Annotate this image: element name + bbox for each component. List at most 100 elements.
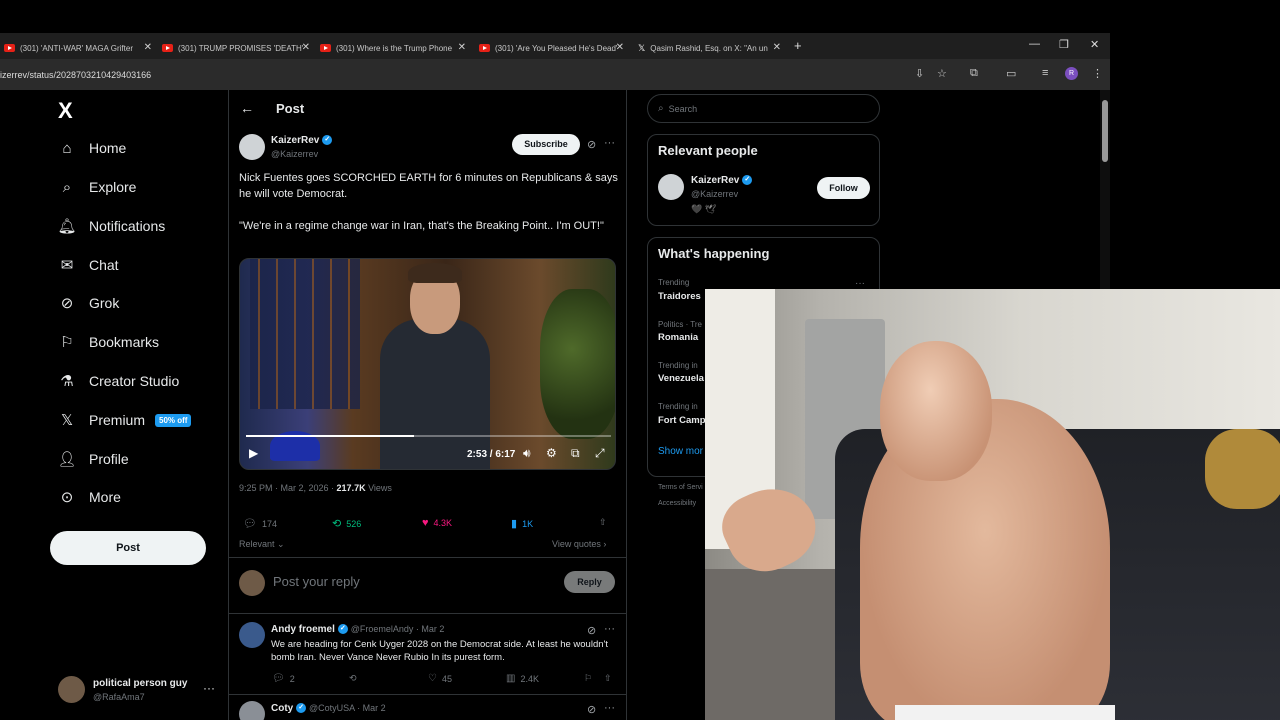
- browser-tab-4[interactable]: (301) 'Are You Pleased He's Dead' ✕: [479, 37, 624, 59]
- account-name[interactable]: political person guy: [93, 678, 187, 689]
- profile-avatar[interactable]: R: [1065, 67, 1078, 80]
- play-icon[interactable]: ▶: [249, 446, 258, 460]
- reply-views-action[interactable]: ▥ 2.4K: [506, 673, 539, 684]
- close-icon[interactable]: ✕: [773, 42, 781, 53]
- window-close-icon[interactable]: ✕: [1090, 38, 1099, 51]
- close-icon[interactable]: ✕: [302, 42, 310, 53]
- more-icon[interactable]: ···: [604, 702, 615, 714]
- trend-item[interactable]: Venezuela: [658, 373, 704, 384]
- restore-icon[interactable]: ❐: [1059, 38, 1069, 51]
- accessibility-link[interactable]: Accessibility: [658, 500, 696, 507]
- nav-chat[interactable]: ✉ Chat: [58, 251, 119, 279]
- grok-icon[interactable]: ⊘: [587, 703, 596, 716]
- volume-icon[interactable]: 🔊︎: [523, 446, 531, 461]
- menu-kebab-icon[interactable]: ⋮: [1092, 67, 1103, 80]
- browser-tab-5-active[interactable]: 𝕏 Qasim Rashid, Esq. on X: "An un ✕: [638, 37, 781, 59]
- person-name[interactable]: KaizerRev ✓: [691, 175, 753, 186]
- browser-tab-3[interactable]: (301) Where is the Trump Phone ✕: [320, 37, 466, 59]
- url-text[interactable]: izerrev/status/2028703210429403166: [0, 70, 151, 80]
- settings-icon[interactable]: ⚙: [546, 446, 557, 460]
- verified-icon: ✓: [322, 135, 333, 146]
- more-icon[interactable]: ···: [604, 137, 615, 149]
- post-button[interactable]: Post: [50, 531, 206, 565]
- nav-bookmarks[interactable]: ⚐ Bookmarks: [58, 328, 159, 356]
- verified-icon: ✓: [296, 703, 307, 714]
- video-player[interactable]: ▶ 2:53 / 6:17 🔊︎ ⚙ ⧉ ⤢: [239, 258, 616, 470]
- like-action[interactable]: ♥ 4.3K: [422, 517, 452, 529]
- reply-like-action[interactable]: ♡ 45: [428, 673, 452, 684]
- subscribe-button[interactable]: Subscribe: [512, 134, 580, 155]
- repost-icon[interactable]: ⟲: [349, 673, 357, 684]
- like-count: 45: [441, 673, 452, 684]
- star-icon[interactable]: ☆: [937, 67, 947, 80]
- post-timestamp[interactable]: 9:25 PM · Mar 2, 2026 ·: [239, 483, 337, 493]
- nav-home[interactable]: ⌂ Home: [58, 134, 126, 162]
- trend-context: Trending in: [658, 402, 698, 411]
- reply-author[interactable]: Andy froemel ✓ @FroemelAndy · Mar 2: [271, 624, 444, 635]
- trend-item[interactable]: Romania: [658, 332, 698, 343]
- nav-label: Grok: [89, 295, 120, 311]
- view-quotes-link[interactable]: View quotes ›: [552, 539, 606, 549]
- close-icon[interactable]: ✕: [458, 42, 466, 53]
- reply-avatar[interactable]: [239, 701, 265, 720]
- media-icon[interactable]: ≡: [1042, 67, 1048, 79]
- account-more-icon[interactable]: ···: [203, 681, 215, 695]
- close-icon[interactable]: ✕: [616, 42, 624, 53]
- trend-item[interactable]: Traidores: [658, 291, 701, 302]
- nav-grok[interactable]: ⊘ Grok: [58, 289, 120, 317]
- more-circle-icon: ⊙: [60, 489, 74, 506]
- browser-tab-2[interactable]: (301) TRUMP PROMISES 'DEATH' ✕: [162, 37, 310, 59]
- author-name[interactable]: KaizerRev ✓: [271, 135, 333, 146]
- close-icon[interactable]: ✕: [144, 42, 152, 53]
- reply-button[interactable]: Reply: [564, 571, 615, 593]
- nav-label: Profile: [89, 451, 129, 467]
- sort-dropdown[interactable]: Relevant ⌄: [239, 539, 285, 550]
- share-icon[interactable]: ⇧: [604, 673, 612, 684]
- minimize-icon[interactable]: —: [1029, 38, 1040, 50]
- reply-reply-action[interactable]: 💬︎ 2: [272, 673, 295, 684]
- fullscreen-icon[interactable]: ⤢: [595, 446, 605, 461]
- pip-icon[interactable]: ⧉: [571, 446, 580, 461]
- nav-creator-studio[interactable]: ⚗ Creator Studio: [58, 367, 179, 395]
- reply-author[interactable]: Coty ✓ @CotyUSA · Mar 2: [271, 703, 386, 714]
- author-handle[interactable]: @Kaizerrev: [271, 149, 318, 159]
- nav-explore[interactable]: ⌕ Explore: [58, 173, 137, 201]
- search-placeholder: Search: [668, 103, 698, 114]
- bookmark-action[interactable]: ▮ 1K: [511, 517, 533, 530]
- extensions-icon[interactable]: ⧉: [970, 67, 978, 80]
- nav-notifications[interactable]: 🔔︎ Notifications: [57, 212, 165, 240]
- grok-icon: ⊘: [60, 295, 74, 312]
- bookmark-icon[interactable]: ⚐: [584, 673, 592, 684]
- x-logo[interactable]: X: [58, 98, 73, 124]
- trend-context: Trending in: [658, 361, 698, 370]
- person-avatar[interactable]: [658, 174, 684, 200]
- trend-item[interactable]: Fort Camp: [658, 415, 706, 426]
- new-tab-icon[interactable]: +: [794, 38, 802, 53]
- terms-link[interactable]: Terms of Servi: [658, 484, 703, 491]
- share-icon[interactable]: ⇧: [599, 517, 607, 528]
- reply-action[interactable]: 💬︎ 174: [243, 517, 277, 530]
- grok-icon[interactable]: ⊘: [587, 624, 596, 637]
- back-arrow-icon[interactable]: ←: [240, 100, 254, 116]
- nav-premium[interactable]: 𝕏 Premium 50% off: [58, 406, 192, 434]
- nav-profile[interactable]: 👤︎ Profile: [57, 445, 129, 473]
- reply-input[interactable]: Post your reply: [273, 574, 360, 589]
- account-handle[interactable]: @RafaAma7: [93, 692, 145, 702]
- search-input[interactable]: ⌕ Search: [647, 94, 880, 123]
- show-more-link[interactable]: Show mor: [658, 446, 703, 457]
- follow-button[interactable]: Follow: [817, 177, 870, 199]
- author-avatar[interactable]: [239, 134, 265, 160]
- more-icon[interactable]: ···: [604, 623, 615, 635]
- browser-tab-1[interactable]: (301) 'ANTI-WAR' MAGA Grifter ✕: [4, 37, 152, 59]
- person-handle[interactable]: @Kaizerrev: [691, 189, 738, 199]
- install-app-icon[interactable]: ⇩: [915, 67, 924, 80]
- sidebar-icon[interactable]: ▭: [1006, 67, 1016, 80]
- nav-more[interactable]: ⊙ More: [58, 483, 121, 511]
- scrollbar-thumb[interactable]: [1102, 100, 1108, 162]
- account-avatar[interactable]: [58, 676, 85, 703]
- trend-more-icon[interactable]: ···: [855, 278, 865, 289]
- repost-action[interactable]: ⟲ 526: [332, 517, 361, 530]
- video-progress-bar[interactable]: [246, 435, 611, 437]
- reply-avatar[interactable]: [239, 622, 265, 648]
- grok-icon[interactable]: ⊘: [587, 138, 596, 151]
